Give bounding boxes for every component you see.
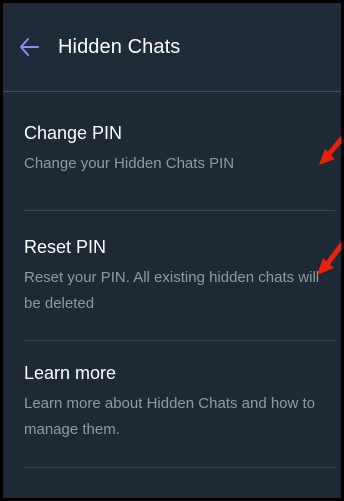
screen: Hidden Chats Change PIN Change your Hidd… bbox=[3, 3, 341, 498]
divider bbox=[24, 210, 335, 211]
learn-more-title: Learn more bbox=[24, 363, 117, 383]
learn-more-subtitle: Learn more about Hidden Chats and how to… bbox=[24, 395, 316, 438]
arrow-left-icon[interactable] bbox=[18, 36, 40, 58]
change-pin-subtitle: Change your Hidden Chats PIN bbox=[24, 155, 235, 172]
reset-pin-title: Reset PIN bbox=[24, 237, 107, 257]
top-app-bar: Hidden Chats bbox=[3, 3, 341, 92]
learn-more-item[interactable]: Learn more Learn more about Hidden Chats… bbox=[24, 361, 328, 443]
divider bbox=[24, 340, 335, 341]
page-title: Hidden Chats bbox=[58, 36, 181, 58]
change-pin-item[interactable]: Change PIN Change your Hidden Chats PIN bbox=[24, 121, 328, 177]
red-arrow-annotation-icon bbox=[319, 135, 341, 165]
red-arrow-annotation-icon bbox=[317, 241, 341, 275]
reset-pin-item[interactable]: Reset PIN Reset your PIN. All existing h… bbox=[24, 235, 328, 317]
change-pin-title: Change PIN bbox=[24, 123, 123, 143]
divider bbox=[24, 467, 335, 468]
reset-pin-subtitle: Reset your PIN. All existing hidden chat… bbox=[24, 269, 320, 312]
